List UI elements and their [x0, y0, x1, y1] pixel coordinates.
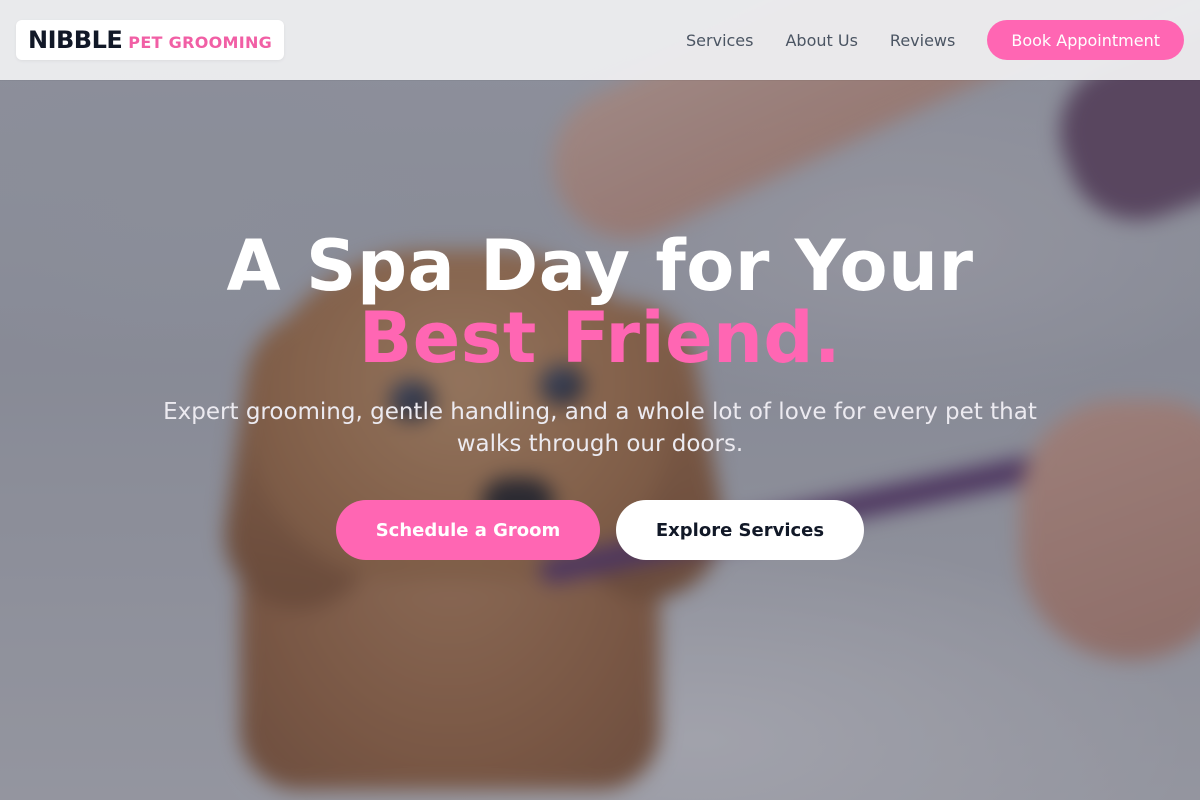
brand-name: NIBBLE	[28, 26, 123, 54]
book-appointment-button[interactable]: Book Appointment	[987, 20, 1184, 60]
nav-links: Services About Us Reviews Book Appointme…	[686, 0, 1184, 80]
landing-page: NIBBLE PET GROOMING Services About Us Re…	[0, 0, 1200, 800]
brand-tagline: PET GROOMING	[128, 32, 273, 52]
hero-section: A Spa Day for Your Best Friend. Expert g…	[0, 230, 1200, 560]
nav-link-services[interactable]: Services	[686, 31, 753, 50]
explore-services-button[interactable]: Explore Services	[616, 500, 864, 560]
nav-link-reviews[interactable]: Reviews	[890, 31, 955, 50]
nav-link-about-us[interactable]: About Us	[785, 31, 857, 50]
hero-headline-accent: Best Friend.	[358, 297, 842, 379]
hero-cta-row: Schedule a Groom Explore Services	[0, 500, 1200, 560]
hero-headline-line1: A Spa Day for Your	[226, 225, 974, 307]
schedule-groom-button[interactable]: Schedule a Groom	[336, 500, 600, 560]
brand-logo[interactable]: NIBBLE PET GROOMING	[16, 20, 285, 60]
top-navbar: NIBBLE PET GROOMING Services About Us Re…	[0, 0, 1200, 80]
hero-subtext: Expert grooming, gentle handling, and a …	[163, 399, 1037, 457]
hero-headline: A Spa Day for Your Best Friend.	[0, 230, 1200, 374]
